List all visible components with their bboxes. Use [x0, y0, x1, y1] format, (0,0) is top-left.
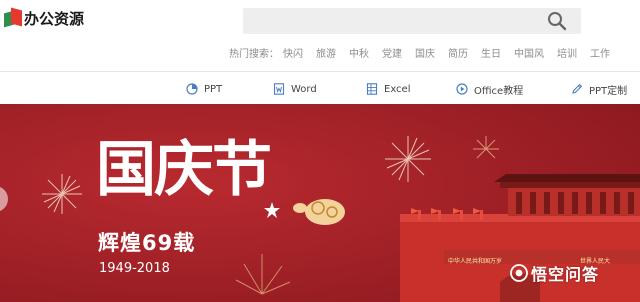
watermark-text: 悟空问答 [531, 265, 600, 284]
pen-icon [572, 83, 583, 94]
banner-subtitle: 辉煌69载 [98, 231, 196, 255]
hot-search-link[interactable]: 中国风 [514, 45, 544, 60]
gate-banner-text: 中华人民共和国万岁 [448, 258, 503, 265]
nav-item-label: Excel [384, 83, 411, 95]
banner-years: 1949-2018 [99, 261, 170, 276]
hot-search-link[interactable]: 党建 [382, 45, 402, 60]
header-divider [0, 71, 640, 72]
wukong-watermark: 悟空问答 [510, 262, 599, 284]
banner-title: 国庆节 [96, 135, 272, 205]
hot-search-link[interactable]: 培训 [557, 45, 577, 60]
hot-search-link[interactable]: 旅游 [316, 45, 336, 60]
category-nav: PPT Word Excel Office教程 PPT定制 [0, 79, 640, 99]
logo-text: 办公资源 [24, 9, 85, 28]
nav-item-label: PPT定制 [589, 85, 628, 97]
hot-search-link[interactable]: 简历 [448, 45, 468, 60]
hot-search-link[interactable]: 国庆 [415, 45, 435, 60]
promo-banner[interactable]: 国庆节 辉煌69载 1949-2018 中华人民共和国万岁 世界人民大 悟空问答 [0, 104, 640, 302]
nav-item-office-tutorial[interactable]: Office教程 [456, 79, 523, 99]
word-doc-icon [273, 83, 285, 95]
nav-item-label: PPT [204, 83, 223, 95]
excel-sheet-icon [366, 83, 378, 95]
hot-search-label: 热门搜索： [229, 48, 279, 60]
nav-item-ppt[interactable]: PPT [186, 79, 222, 99]
hot-search-link[interactable]: 工作 [590, 45, 610, 60]
hot-search-link[interactable]: 中秋 [349, 45, 369, 60]
nav-item-ppt-custom[interactable]: PPT定制 [571, 79, 627, 99]
hot-search-link[interactable]: 生日 [481, 45, 501, 60]
hot-search-link[interactable]: 快闪 [283, 45, 303, 60]
play-circle-icon [456, 83, 468, 95]
banner-title-wrap: 国庆节 [96, 132, 306, 208]
nav-item-label: Office教程 [474, 85, 524, 97]
nav-item-label: Word [291, 83, 317, 95]
firework-left-icon [42, 174, 82, 214]
pie-chart-icon [186, 83, 198, 95]
site-logo[interactable]: 办公资源 [4, 7, 84, 29]
wukong-logo-icon [510, 264, 528, 282]
hot-search-bar: 热门搜索： 快闪 旅游 中秋 党建 国庆 简历 生日 中国风 培训 工作 [229, 44, 610, 60]
search-icon[interactable] [547, 11, 567, 31]
nav-item-word[interactable]: Word [273, 79, 317, 99]
nav-item-excel[interactable]: Excel [366, 79, 411, 99]
search-input[interactable] [243, 8, 581, 34]
logo-mark-icon [4, 7, 22, 28]
